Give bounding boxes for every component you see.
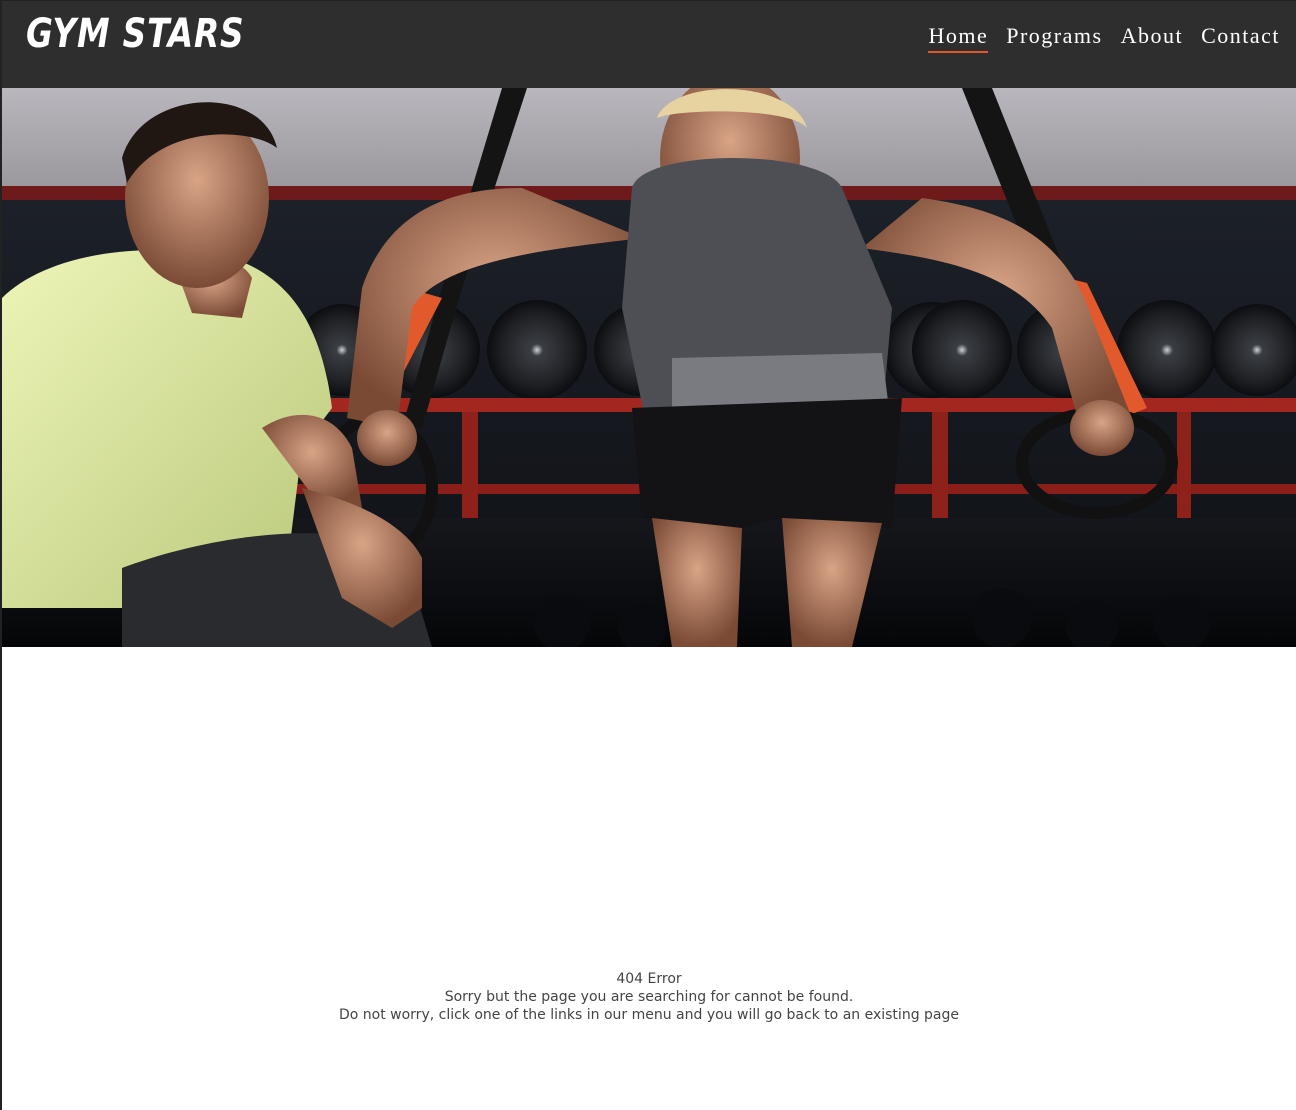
error-message: 404 Error Sorry but the page you are sea… [2, 970, 1296, 1024]
site-logo[interactable]: GYM STARS [26, 11, 245, 57]
nav-about-link[interactable]: About [1121, 23, 1184, 53]
main-nav: Home Programs About Contact [928, 23, 1280, 53]
hero-photo [2, 88, 1296, 647]
error-title: 404 Error [616, 971, 682, 987]
nav-contact-link[interactable]: Contact [1201, 23, 1280, 53]
nav-home-link[interactable]: Home [928, 23, 989, 53]
error-line-1: Sorry but the page you are searching for… [444, 989, 854, 1005]
hero-photo-illustration [2, 88, 1296, 647]
site-header: GYM STARS Home Programs About Contact [2, 1, 1296, 88]
nav-programs-link[interactable]: Programs [1006, 23, 1102, 53]
error-line-2: Do not worry, click one of the links in … [338, 1007, 959, 1023]
